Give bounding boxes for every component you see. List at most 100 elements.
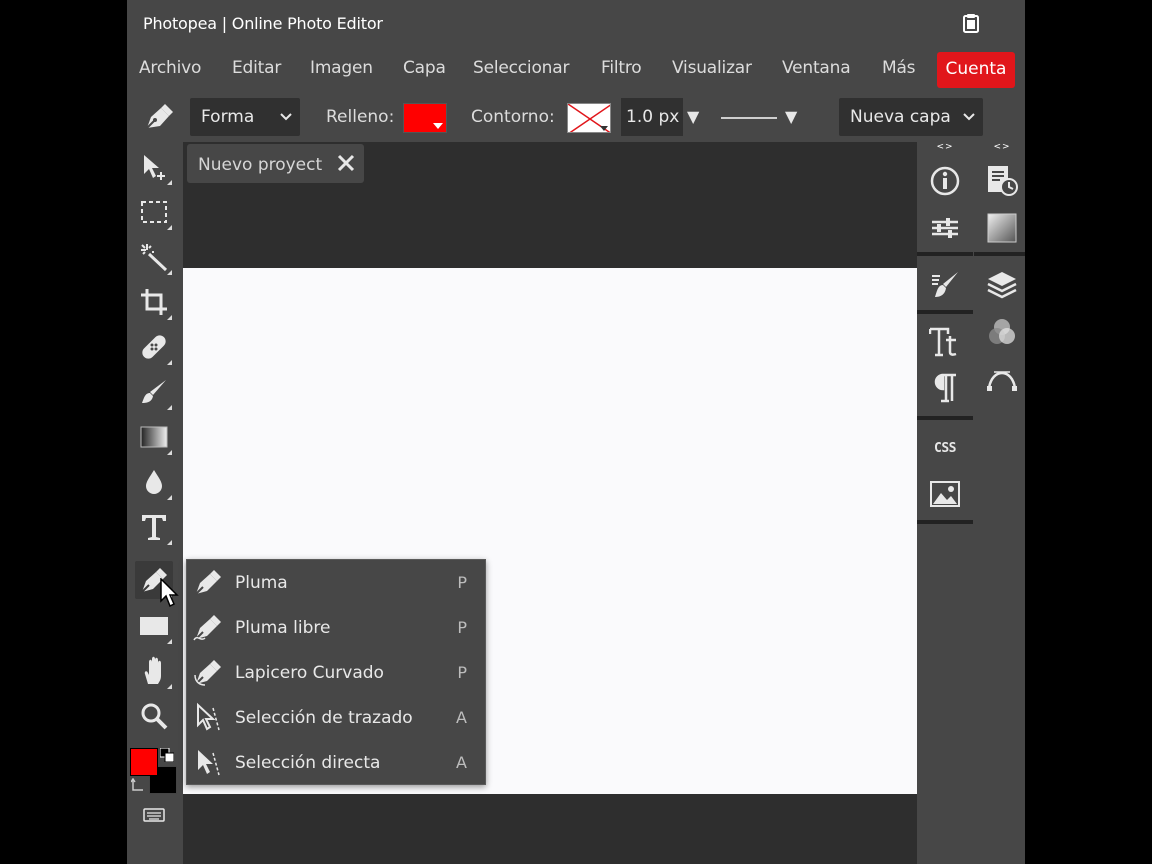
default-colors-icon[interactable] [160, 748, 174, 762]
zoom-icon [141, 703, 168, 730]
pen-icon[interactable] [141, 102, 175, 132]
menu-ventana[interactable]: Ventana [782, 58, 851, 78]
type-tool[interactable] [135, 508, 173, 546]
menu-item-label: Selección directa [235, 753, 381, 773]
gradient-tool[interactable] [135, 418, 173, 456]
panel-separator [917, 416, 973, 420]
tool-group-indicator [167, 684, 172, 689]
stroke-width-input[interactable]: 1.0 px [621, 98, 683, 136]
menu-item-pen[interactable]: Pluma P [187, 560, 485, 605]
freeform-pen-icon [193, 615, 221, 641]
swap-colors-icon[interactable] [131, 778, 145, 792]
shape-mode-select[interactable]: Forma [190, 98, 300, 136]
tool-group-indicator [167, 360, 172, 365]
menu-item-direct-selection[interactable]: Selección directa A [187, 740, 485, 785]
close-icon[interactable] [336, 153, 356, 173]
pen-icon [195, 570, 221, 595]
magic-wand-tool[interactable] [135, 238, 173, 276]
paragraph-panel-button[interactable] [929, 372, 961, 404]
css-panel-button[interactable]: CSS [929, 432, 961, 464]
paths-panel-button[interactable] [986, 362, 1018, 394]
mouse-cursor-icon [160, 578, 179, 608]
menu-item-label: Lapicero Curvado [235, 663, 384, 683]
tool-group-indicator [167, 540, 172, 545]
brush-tool[interactable] [135, 373, 173, 411]
document-tab[interactable]: Nuevo proyecto [187, 144, 364, 183]
paths-icon [987, 371, 1017, 391]
crop-tool[interactable] [135, 283, 173, 321]
menu-editar[interactable]: Editar [232, 58, 281, 78]
chevron-down-icon [963, 113, 975, 121]
menu-imagen[interactable]: Imagen [310, 58, 373, 78]
menu-filtro[interactable]: Filtro [601, 58, 642, 78]
title-bar: Photopea | Online Photo Editor [127, 0, 1025, 48]
history-panel-button[interactable] [986, 165, 1018, 197]
tool-group-indicator [167, 639, 172, 644]
stroke-style-preview[interactable] [721, 117, 777, 119]
swatches-panel-button[interactable] [986, 212, 1018, 244]
pen-tool-menu: Pluma P Pluma libre P Lapicero Curvado P… [186, 559, 486, 785]
document-tab-name: Nuevo proyecto [198, 155, 322, 175]
tool-group-indicator [167, 225, 172, 230]
fill-color-swatch[interactable] [403, 103, 447, 133]
menu-item-path-selection[interactable]: Selección de trazado A [187, 695, 485, 740]
move-tool[interactable] [135, 148, 173, 186]
zoom-tool[interactable] [135, 697, 173, 735]
crop-icon [141, 289, 167, 315]
no-color-icon [568, 104, 610, 132]
layers-icon [987, 272, 1017, 299]
adjustments-panel-button[interactable] [929, 212, 961, 244]
blur-tool[interactable] [135, 463, 173, 501]
tool-group-indicator [167, 450, 172, 455]
options-bar: Forma Relleno: Contorno: 1.0 px ▼ ▼ Nuev… [127, 94, 1025, 140]
layer-mode-select[interactable]: Nueva capa [839, 98, 983, 136]
type-icon [142, 515, 166, 540]
blur-icon [146, 470, 162, 494]
collapse-toggle[interactable]: <> [974, 142, 1025, 154]
fill-label: Relleno: [326, 107, 395, 127]
keyboard-icon[interactable] [143, 808, 165, 822]
marquee-tool[interactable] [135, 193, 173, 231]
stroke-width-dropdown-icon[interactable]: ▼ [687, 107, 699, 126]
curvature-pen-icon [194, 660, 221, 686]
channels-icon [989, 319, 1015, 344]
image-panel-button[interactable] [929, 478, 961, 510]
gradient-icon [140, 426, 168, 448]
brush-icon [142, 380, 166, 403]
character-panel-button[interactable] [929, 326, 961, 358]
stroke-color-swatch[interactable] [567, 103, 611, 133]
menu-mas[interactable]: Más [882, 58, 916, 78]
character-icon [929, 327, 957, 357]
panel-separator [917, 520, 973, 524]
menu-archivo[interactable]: Archivo [139, 58, 201, 78]
collapse-toggle[interactable]: <> [917, 142, 973, 154]
menu-capa[interactable]: Capa [403, 58, 446, 78]
history-icon [988, 166, 1018, 196]
menu-item-curvature-pen[interactable]: Lapicero Curvado P [187, 650, 485, 695]
layers-panel-button[interactable] [986, 269, 1018, 301]
menu-visualizar[interactable]: Visualizar [672, 58, 752, 78]
info-panel-button[interactable] [929, 165, 961, 197]
menu-item-freeform-pen[interactable]: Pluma libre P [187, 605, 485, 650]
menu-item-label: Pluma libre [235, 618, 331, 638]
shortcut-key: P [457, 663, 467, 682]
shortcut-key: P [457, 618, 467, 637]
stroke-style-dropdown-icon[interactable]: ▼ [785, 107, 797, 126]
menu-seleccionar[interactable]: Seleccionar [473, 58, 569, 78]
hand-tool[interactable] [135, 652, 173, 690]
rectangle-tool[interactable] [135, 607, 173, 645]
tool-group-indicator [167, 180, 172, 185]
brush-panel-button[interactable] [929, 269, 961, 301]
stroke-label: Contorno: [471, 107, 555, 127]
image-icon [930, 481, 960, 507]
clipboard-icon[interactable] [963, 13, 979, 33]
channels-panel-button[interactable] [986, 316, 1018, 348]
magic-wand-icon [141, 244, 168, 272]
menu-item-label: Selección de trazado [235, 708, 413, 728]
tool-bar [127, 142, 183, 864]
shortcut-key: P [457, 573, 467, 592]
account-button[interactable]: Cuenta [937, 52, 1015, 88]
dropdown-triangle-icon [433, 123, 443, 129]
healing-tool[interactable] [135, 328, 173, 366]
foreground-color[interactable] [130, 748, 158, 776]
